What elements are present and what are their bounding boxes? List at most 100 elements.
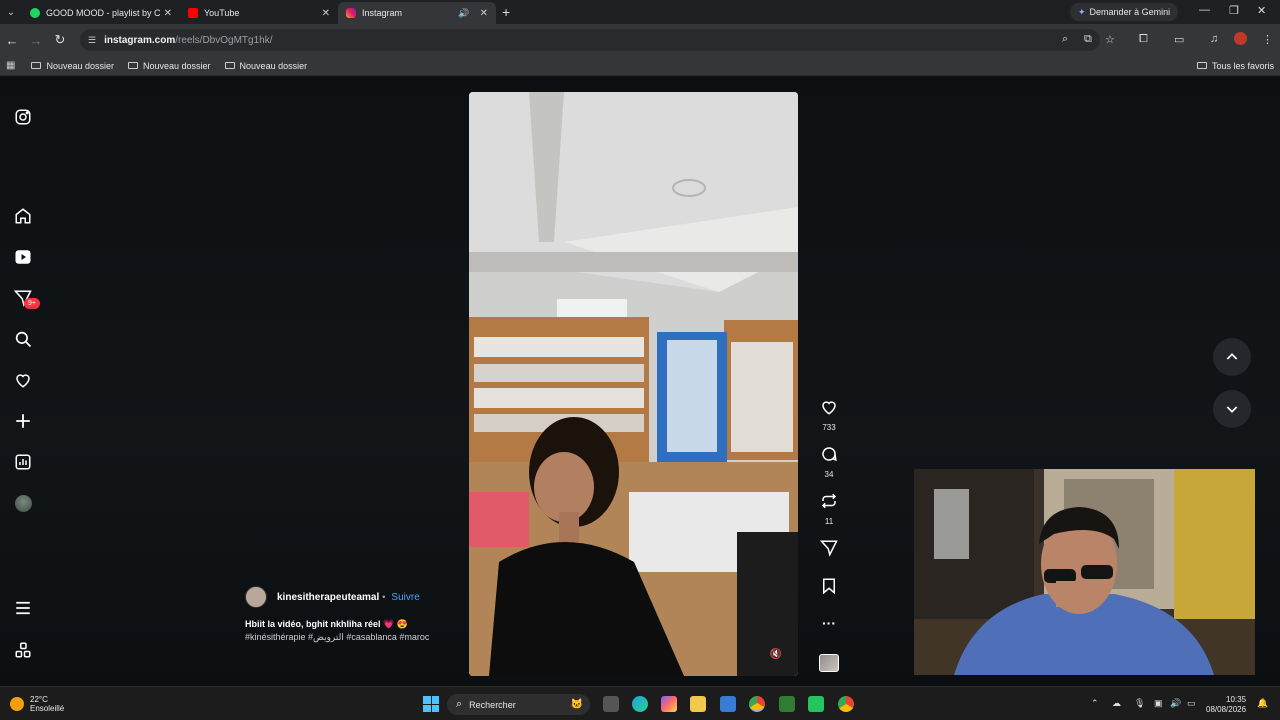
- youtube-icon: [188, 8, 198, 18]
- clock-date: 08/08/2026: [1206, 705, 1247, 714]
- minimize-icon[interactable]: —: [1199, 4, 1210, 16]
- sidebar-panel-icon[interactable]: ▭: [1174, 33, 1184, 46]
- taskbar-search[interactable]: ⌕ Rechercher 🐱: [447, 694, 590, 715]
- author-username[interactable]: kinesitherapeuteamal: [277, 591, 379, 604]
- folder-icon: [1196, 62, 1207, 69]
- repost-count: 11: [824, 517, 834, 526]
- bookmark-star-icon[interactable]: ☆: [1105, 33, 1115, 46]
- new-tab-icon[interactable]: +: [502, 4, 510, 20]
- zoom-icon[interactable]: ⌕: [1062, 33, 1068, 46]
- close-tab-icon[interactable]: ✕: [480, 8, 488, 19]
- restore-icon[interactable]: ❐: [1229, 4, 1239, 17]
- audio-thumbnail[interactable]: [818, 654, 840, 672]
- app-green-icon[interactable]: [808, 696, 824, 712]
- file-explorer-icon[interactable]: [690, 696, 706, 712]
- next-reel-button[interactable]: [1213, 390, 1251, 428]
- edge-icon[interactable]: [632, 696, 648, 712]
- address-bar[interactable]: ☰ instagram.com /reels/DbvOgMTg1hk/: [80, 29, 1100, 51]
- task-view-icon[interactable]: [603, 696, 619, 712]
- comment-icon: [822, 447, 837, 462]
- repost-icon: [821, 493, 837, 509]
- chrome-icon[interactable]: [749, 696, 765, 712]
- tray-chevron-icon[interactable]: ⌃: [1091, 698, 1099, 709]
- create-plus-icon[interactable]: [13, 411, 33, 431]
- reels-icon[interactable]: [13, 247, 33, 267]
- close-tab-icon[interactable]: ✕: [322, 8, 330, 19]
- comment-button[interactable]: 34: [818, 445, 840, 479]
- reel-video-frame: [469, 92, 798, 676]
- bookmark-folder[interactable]: Nouveau dossier: [224, 61, 307, 71]
- instagram-logo-icon[interactable]: [13, 107, 33, 127]
- menu-kebab-icon[interactable]: ⋮: [1262, 33, 1273, 46]
- notifications-bell-icon[interactable]: 🔔: [1257, 698, 1268, 709]
- repost-button[interactable]: 11: [818, 492, 840, 526]
- copilot-icon[interactable]: [661, 696, 677, 712]
- battery-icon[interactable]: ▭: [1187, 698, 1196, 709]
- site-info-icon[interactable]: ☰: [88, 35, 96, 46]
- reload-icon[interactable]: ↻: [48, 32, 72, 48]
- speaker-icon[interactable]: 🔊: [458, 8, 469, 19]
- apps-grid-icon[interactable]: ▦: [6, 60, 15, 71]
- windows-taskbar: 22°C Ensoleillé ⌕ Rechercher 🐱 ⌃ ☁ 🎙 ▣ 🔊…: [0, 686, 1280, 720]
- comment-count: 34: [824, 470, 834, 479]
- system-clock[interactable]: 10:35 08/08/2026: [1206, 695, 1246, 715]
- media-control-icon[interactable]: ♫: [1210, 33, 1218, 45]
- player-icon[interactable]: [779, 696, 795, 712]
- home-icon[interactable]: [13, 206, 33, 226]
- network-icon[interactable]: ▣: [1154, 698, 1163, 709]
- back-icon[interactable]: ←: [0, 33, 24, 48]
- browser-toolbar: ← → ↻ ☰ instagram.com /reels/DbvOgMTg1hk…: [0, 24, 1280, 56]
- tab-search-icon[interactable]: ⌄: [0, 0, 22, 24]
- bookmark-folder[interactable]: Nouveau dossier: [128, 61, 211, 71]
- start-button[interactable]: [423, 696, 439, 712]
- heart-icon[interactable]: [13, 370, 33, 390]
- also-from-meta-icon[interactable]: [13, 640, 33, 660]
- close-tab-icon[interactable]: ✕: [164, 8, 172, 19]
- gemini-icon: ✦: [1078, 6, 1086, 17]
- tab-title: Instagram: [362, 8, 403, 18]
- bookmark-folder[interactable]: Nouveau dossier: [31, 61, 114, 71]
- search-placeholder: Rechercher: [469, 699, 516, 710]
- gemini-button[interactable]: ✦ Demander à Gemini: [1070, 3, 1179, 21]
- heart-icon: [822, 401, 836, 415]
- tab-spotify[interactable]: GOOD MOOD - playlist by Cs ✕: [22, 2, 180, 24]
- tab-youtube[interactable]: YouTube ✕: [180, 2, 338, 24]
- extensions-icon[interactable]: ⧠: [1139, 33, 1148, 46]
- screenshot-icon[interactable]: ⧉: [1084, 33, 1092, 46]
- store-icon[interactable]: [720, 696, 736, 712]
- weather-widget[interactable]: 22°C Ensoleillé: [10, 695, 64, 713]
- save-button[interactable]: [818, 577, 840, 600]
- bookmarks-bar: ▦ Nouveau dossier Nouveau dossier Nouvea…: [0, 56, 1280, 76]
- onedrive-icon[interactable]: ☁: [1112, 698, 1121, 709]
- reel-video[interactable]: 🔇: [469, 92, 798, 676]
- mute-icon[interactable]: 🔇: [770, 649, 782, 660]
- tab-instagram[interactable]: Instagram 🔊 ✕: [338, 2, 496, 24]
- share-icon: [819, 540, 838, 557]
- instagram-favicon-icon: [346, 8, 356, 18]
- sun-icon: [10, 697, 24, 711]
- more-menu-icon[interactable]: [13, 598, 33, 618]
- all-bookmarks[interactable]: Tous les favoris: [1196, 61, 1274, 71]
- more-options-icon[interactable]: ···: [818, 615, 840, 631]
- volume-icon[interactable]: 🔊: [1170, 698, 1181, 709]
- microphone-icon[interactable]: 🎙: [1134, 698, 1145, 709]
- chrome-profile-icon[interactable]: [838, 696, 854, 712]
- follow-button[interactable]: Suivre: [391, 591, 419, 604]
- chevron-up-icon: [1226, 353, 1238, 360]
- author-avatar[interactable]: [245, 586, 267, 608]
- url-path: /reels/DbvOgMTg1hk/: [175, 34, 273, 46]
- url-host: instagram.com: [104, 34, 176, 46]
- profile-avatar-icon[interactable]: [13, 493, 33, 513]
- like-button[interactable]: 733: [818, 398, 840, 432]
- folder-icon: [128, 62, 138, 69]
- previous-reel-button[interactable]: [1213, 338, 1251, 376]
- dashboard-icon[interactable]: [13, 452, 33, 472]
- share-button[interactable]: [818, 539, 840, 562]
- chevron-down-icon: [1226, 406, 1238, 413]
- forward-icon[interactable]: →: [24, 33, 48, 48]
- search-icon[interactable]: [13, 329, 33, 349]
- profile-avatar[interactable]: [1234, 32, 1247, 45]
- caption-hashtags[interactable]: #kinésithérapie #الترويض #casablanca #ma…: [245, 631, 445, 644]
- bookmark-label: Nouveau dossier: [46, 60, 114, 71]
- close-window-icon[interactable]: ✕: [1257, 4, 1266, 17]
